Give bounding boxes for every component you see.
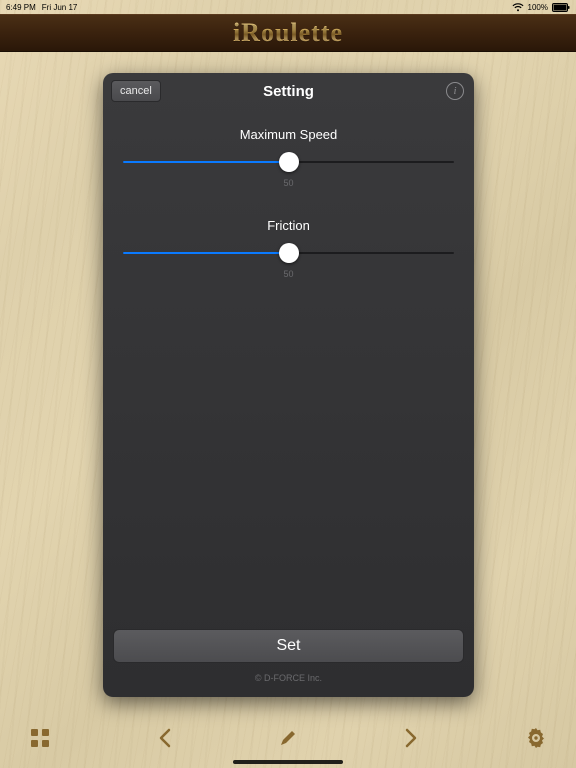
panel-header: cancel Setting i	[103, 73, 474, 109]
slider-friction: Friction 50	[123, 218, 454, 279]
battery-icon	[552, 3, 570, 12]
slider-value: 50	[123, 269, 454, 279]
forward-icon[interactable]	[398, 728, 426, 748]
app-header: iRoulette	[0, 14, 576, 52]
slider-track-max-speed[interactable]	[123, 152, 454, 172]
slider-thumb[interactable]	[279, 152, 299, 172]
app-title: iRoulette	[233, 18, 343, 48]
back-icon[interactable]	[150, 728, 178, 748]
info-icon: i	[453, 85, 456, 97]
panel-title: Setting	[263, 83, 314, 100]
wifi-icon	[512, 3, 524, 12]
cancel-button[interactable]: cancel	[111, 80, 161, 102]
slider-value: 50	[123, 178, 454, 188]
slider-fill	[123, 252, 289, 254]
set-button[interactable]: Set	[113, 629, 464, 663]
settings-panel: cancel Setting i Maximum Speed 50 Fricti…	[103, 73, 474, 697]
slider-label: Friction	[123, 218, 454, 233]
slider-label: Maximum Speed	[123, 127, 454, 142]
slider-max-speed: Maximum Speed 50	[123, 127, 454, 188]
set-button-label: Set	[276, 637, 300, 655]
status-time: 6:49 PM	[6, 3, 36, 12]
slider-track-friction[interactable]	[123, 243, 454, 263]
slider-thumb[interactable]	[279, 243, 299, 263]
home-indicator	[233, 760, 343, 764]
panel-footer: Set © D-FORCE Inc.	[103, 629, 474, 697]
edit-icon[interactable]	[274, 728, 302, 748]
gear-icon[interactable]	[522, 728, 550, 748]
slider-fill	[123, 161, 289, 163]
cancel-button-label: cancel	[120, 85, 152, 97]
status-date: Fri Jun 17	[42, 3, 78, 12]
grid-icon[interactable]	[26, 728, 54, 748]
status-battery-pct: 100%	[528, 3, 548, 12]
copyright-text: © D-FORCE Inc.	[113, 673, 464, 683]
status-bar: 6:49 PM Fri Jun 17 100%	[0, 0, 576, 14]
panel-body: Maximum Speed 50 Friction 50	[103, 109, 474, 629]
info-button[interactable]: i	[446, 82, 464, 100]
